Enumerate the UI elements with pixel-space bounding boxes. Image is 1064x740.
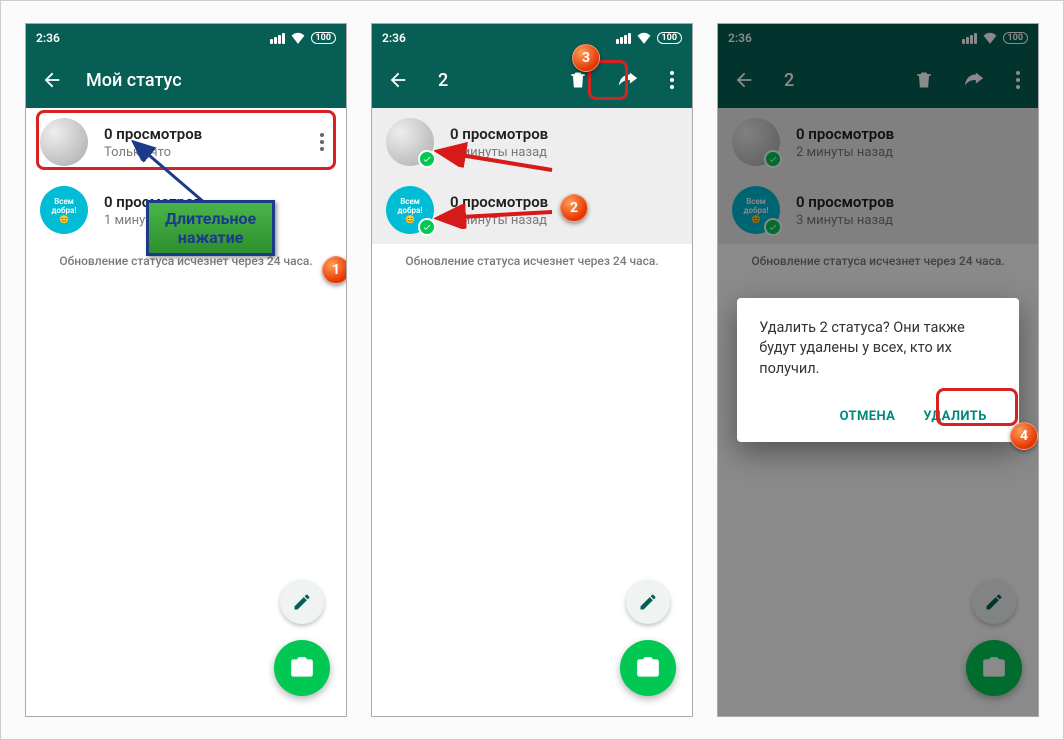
annotation-step-badge: 1: [322, 256, 347, 284]
battery-icon: 100: [311, 32, 337, 44]
clock: 2:36: [382, 31, 406, 45]
more-button[interactable]: [662, 64, 682, 96]
annotation-arrow: [432, 204, 562, 244]
selection-count: 2: [438, 70, 544, 91]
annotation-step-badge: 4: [1010, 422, 1038, 450]
dialog-scrim: Удалить 2 статуса? Они также будут удале…: [718, 24, 1038, 716]
annotation-step-badge: 2: [560, 194, 588, 222]
edit-fab[interactable]: [626, 580, 670, 624]
annotation-arrow: [432, 142, 562, 182]
camera-fab[interactable]: [620, 640, 676, 696]
battery-icon: 100: [657, 32, 683, 44]
status-list: 0 просмотров 2 минуты назад Всем добра! …: [372, 108, 692, 716]
annotation-callout: Длительное нажатие: [146, 200, 275, 256]
expiry-notice: Обновление статуса исчезнет через 24 час…: [372, 244, 692, 278]
screenshot-3: 2:36 100 2 0 просмотров2 минуты назад Вс…: [717, 23, 1039, 717]
wifi-icon: [637, 32, 651, 44]
clock: 2:36: [36, 31, 60, 45]
signal-icon: [270, 33, 285, 44]
annotation-step-badge: 3: [572, 44, 600, 72]
edit-fab[interactable]: [280, 580, 324, 624]
selection-app-bar: 2: [372, 52, 692, 108]
cancel-button[interactable]: ОТМЕНА: [830, 401, 906, 432]
annotation-highlight: [936, 388, 1018, 426]
back-button[interactable]: [382, 64, 414, 96]
signal-icon: [616, 33, 631, 44]
screenshot-2: 2:36 100 2 0 просмотров: [371, 23, 693, 717]
app-bar: Мой статус: [26, 52, 346, 108]
screenshot-1: 2:36 100 Мой статус 0 просмотров Только …: [25, 23, 347, 717]
android-status-bar: 2:36 100: [26, 24, 346, 52]
avatar: Всем добра! 😊: [40, 186, 88, 234]
android-status-bar: 2:36 100: [372, 24, 692, 52]
camera-fab[interactable]: [274, 640, 330, 696]
status-icons: 100: [616, 32, 683, 44]
status-icons: 100: [270, 32, 337, 44]
status-views: 0 просмотров: [450, 125, 678, 143]
wifi-icon: [291, 32, 305, 44]
page-title: Мой статус: [86, 70, 336, 91]
dialog-message: Удалить 2 статуса? Они также будут удале…: [759, 318, 997, 379]
back-button[interactable]: [36, 64, 68, 96]
